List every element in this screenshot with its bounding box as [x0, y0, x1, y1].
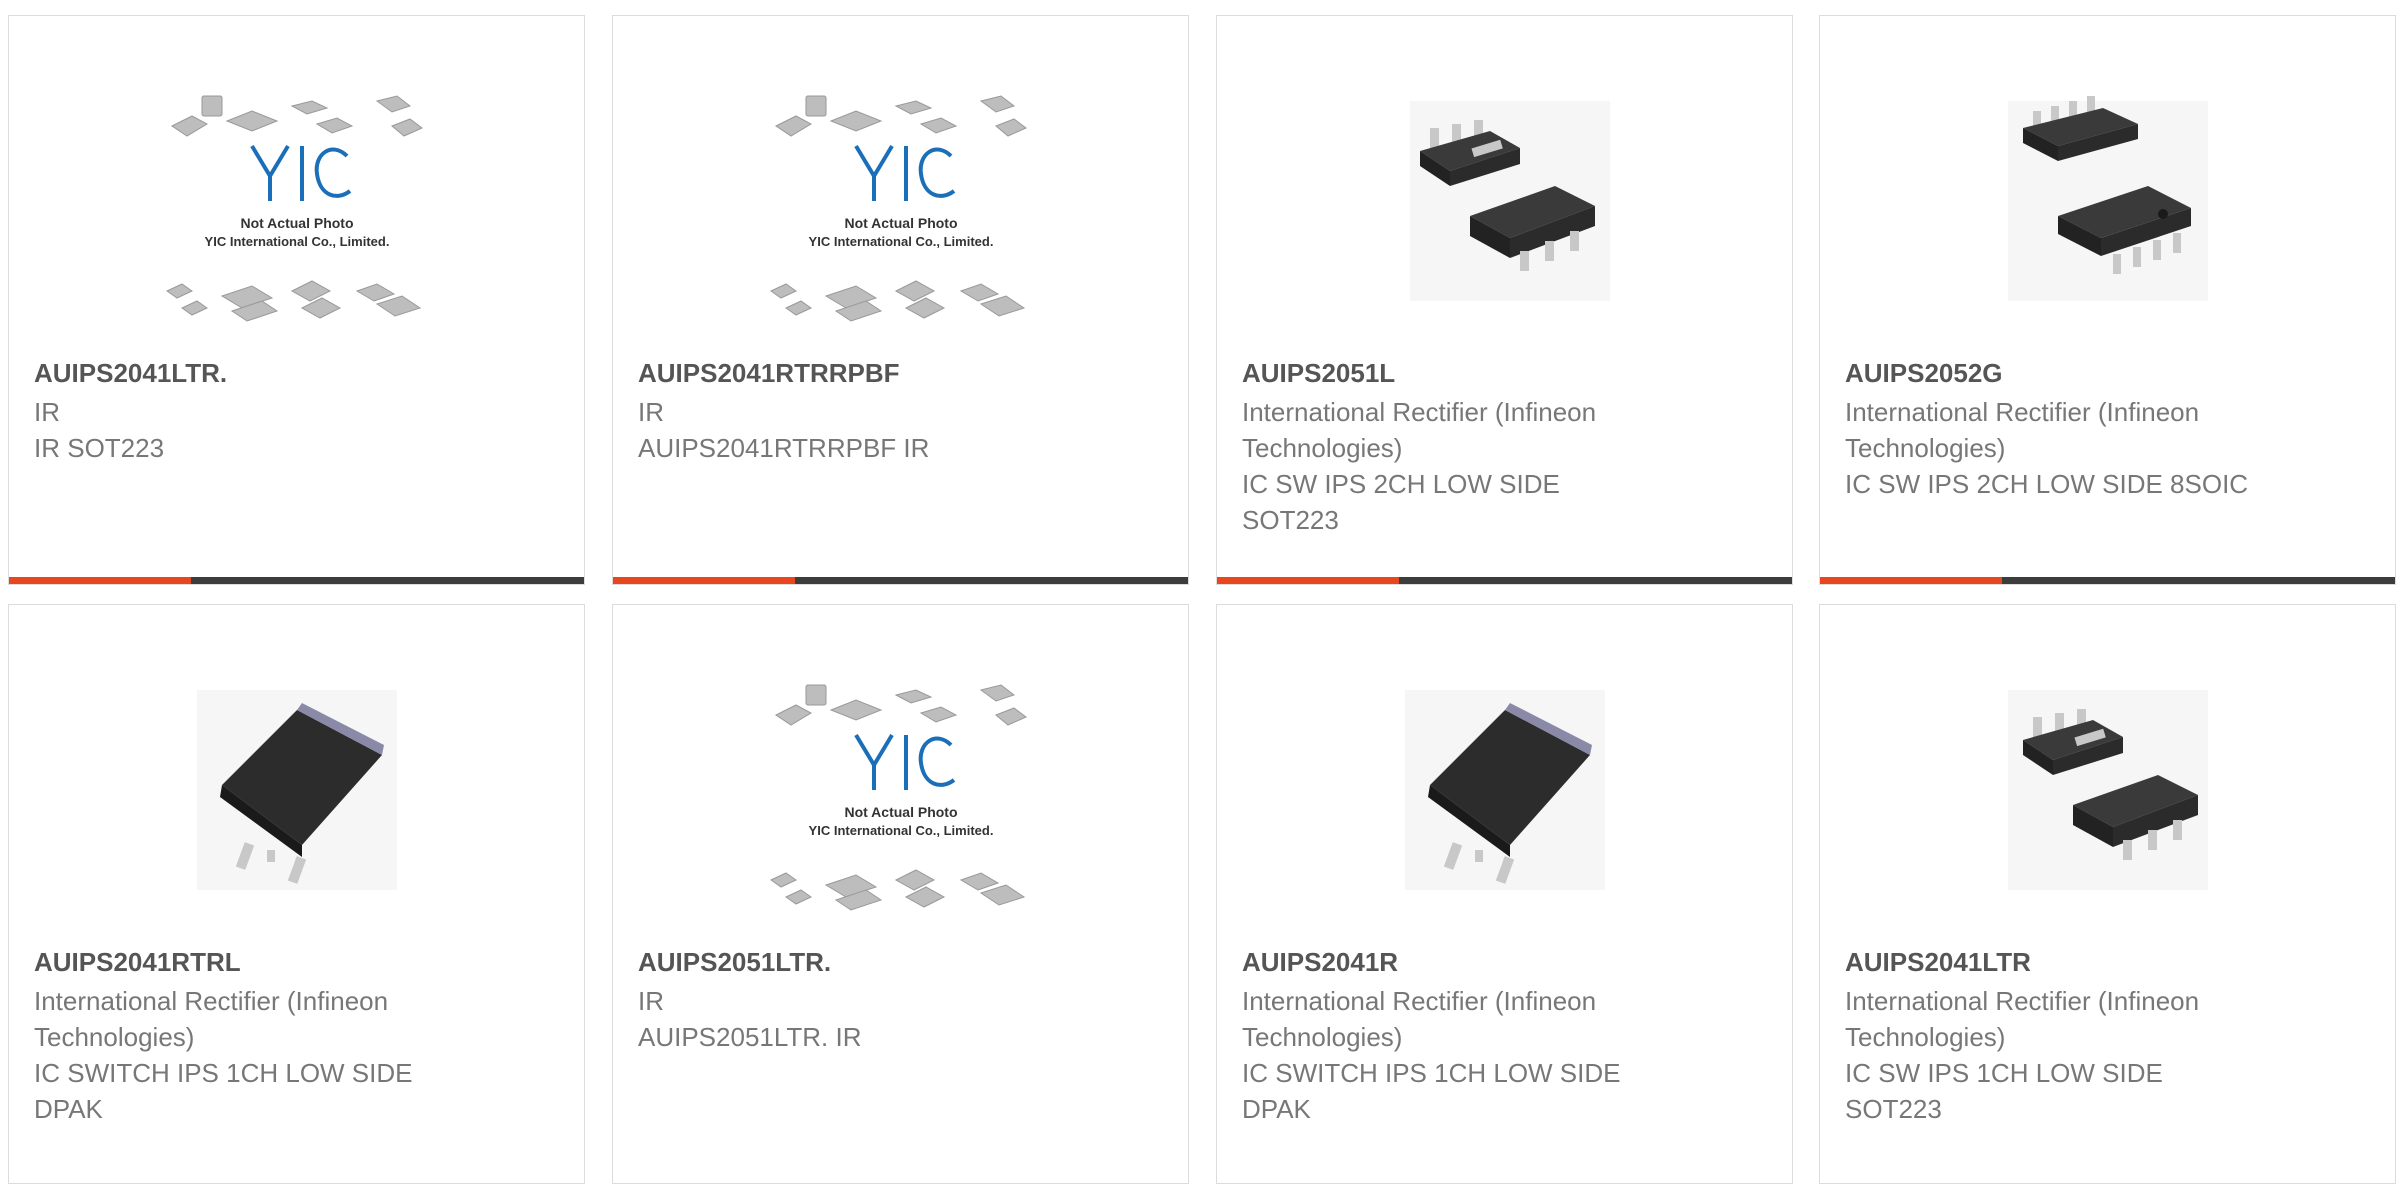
product-info: AUIPS2041RTRL International Rectifier (I…	[34, 945, 564, 1127]
product-card[interactable]: AUIPS2051L International Rectifier (Infi…	[1216, 15, 1793, 585]
part-number[interactable]: AUIPS2051L	[1242, 356, 1772, 390]
description: IC SW IPS 2CH LOW SIDE 8SOIC	[1845, 469, 2249, 499]
description: IC SW IPS 2CH LOW SIDE SOT223	[1242, 469, 1560, 535]
card-bottom-bar	[9, 577, 584, 584]
product-card[interactable]: Not Actual Photo YIC International Co., …	[612, 604, 1189, 1184]
manufacturer: International Rectifier (Infineon Techno…	[1242, 397, 1597, 463]
description: AUIPS2051LTR. IR	[638, 1022, 862, 1052]
part-number[interactable]: AUIPS2041RTRRPBF	[638, 356, 1168, 390]
placeholder-caption: Not Actual Photo	[844, 804, 957, 820]
manufacturer: International Rectifier (Infineon Techno…	[1845, 397, 2200, 463]
placeholder-image[interactable]: Not Actual Photo YIC International Co., …	[152, 86, 442, 356]
part-number[interactable]: AUIPS2051LTR.	[638, 945, 1168, 979]
sot223-chip-image[interactable]	[1963, 675, 2253, 945]
placeholder-caption: YIC International Co., Limited.	[808, 823, 993, 838]
card-bottom-bar	[613, 577, 1188, 584]
description: IC SWITCH IPS 1CH LOW SIDE DPAK	[1242, 1058, 1621, 1124]
placeholder-caption: YIC International Co., Limited.	[204, 234, 389, 249]
product-info: AUIPS2041RTRRPBF IR AUIPS2041RTRRPBF IR	[638, 356, 1168, 466]
product-card[interactable]: AUIPS2041R International Rectifier (Infi…	[1216, 604, 1793, 1184]
manufacturer: International Rectifier (Infineon Techno…	[1845, 986, 2200, 1052]
description: IC SWITCH IPS 1CH LOW SIDE DPAK	[34, 1058, 413, 1124]
part-number[interactable]: AUIPS2041LTR	[1845, 945, 2375, 979]
placeholder-image[interactable]: Not Actual Photo YIC International Co., …	[756, 675, 1046, 945]
placeholder-caption: Not Actual Photo	[240, 215, 353, 231]
manufacturer: IR	[638, 986, 664, 1016]
part-number[interactable]: AUIPS2041R	[1242, 945, 1772, 979]
soic8-chip-image[interactable]	[1963, 86, 2253, 356]
part-number[interactable]: AUIPS2041RTRL	[34, 945, 564, 979]
manufacturer: IR	[638, 397, 664, 427]
manufacturer: International Rectifier (Infineon Techno…	[34, 986, 389, 1052]
card-accent	[1217, 577, 1399, 584]
description: IR SOT223	[34, 433, 165, 463]
card-bottom-bar	[1217, 577, 1792, 584]
manufacturer: International Rectifier (Infineon Techno…	[1242, 986, 1597, 1052]
product-card[interactable]: AUIPS2041LTR International Rectifier (In…	[1819, 604, 2396, 1184]
product-info: AUIPS2051LTR. IR AUIPS2051LTR. IR	[638, 945, 1168, 1055]
card-accent	[1820, 577, 2002, 584]
product-card[interactable]: AUIPS2041RTRL International Rectifier (I…	[8, 604, 585, 1184]
card-bottom-bar	[1820, 577, 2395, 584]
dpak-chip-image[interactable]	[1360, 675, 1650, 945]
product-info: AUIPS2051L International Rectifier (Infi…	[1242, 356, 1772, 538]
part-number[interactable]: AUIPS2052G	[1845, 356, 2375, 390]
product-card[interactable]: AUIPS2052G International Rectifier (Infi…	[1819, 15, 2396, 585]
product-info: AUIPS2041LTR. IR IR SOT223	[34, 356, 564, 466]
product-info: AUIPS2052G International Rectifier (Infi…	[1845, 356, 2375, 502]
card-accent	[9, 577, 191, 584]
description: AUIPS2041RTRRPBF IR	[638, 433, 930, 463]
manufacturer: IR	[34, 397, 60, 427]
placeholder-image[interactable]: Not Actual Photo YIC International Co., …	[756, 86, 1046, 356]
placeholder-caption: Not Actual Photo	[844, 215, 957, 231]
product-card[interactable]: Not Actual Photo YIC International Co., …	[8, 15, 585, 585]
part-number[interactable]: AUIPS2041LTR.	[34, 356, 564, 390]
product-info: AUIPS2041R International Rectifier (Infi…	[1242, 945, 1772, 1127]
description: IC SW IPS 1CH LOW SIDE SOT223	[1845, 1058, 2163, 1124]
card-accent	[613, 577, 795, 584]
product-info: AUIPS2041LTR International Rectifier (In…	[1845, 945, 2375, 1127]
product-grid: Not Actual Photo YIC International Co., …	[0, 0, 2400, 1184]
sot223-chip-image[interactable]	[1360, 86, 1650, 356]
placeholder-caption: YIC International Co., Limited.	[808, 234, 993, 249]
dpak-chip-image[interactable]	[152, 675, 442, 945]
product-card[interactable]: Not Actual Photo YIC International Co., …	[612, 15, 1189, 585]
